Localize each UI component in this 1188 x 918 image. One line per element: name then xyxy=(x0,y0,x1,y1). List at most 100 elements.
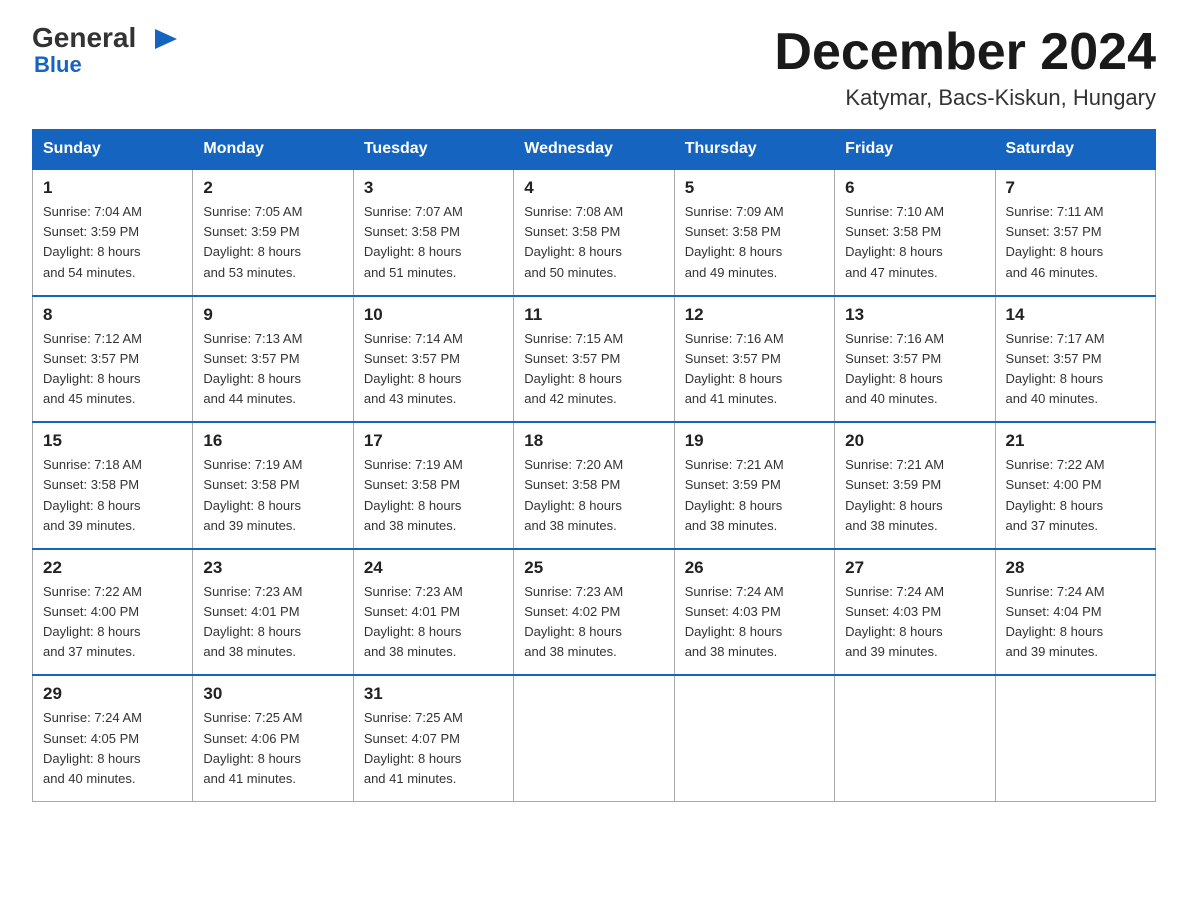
day-number: 26 xyxy=(685,558,824,578)
day-number: 8 xyxy=(43,305,182,325)
week-row-1: 1 Sunrise: 7:04 AM Sunset: 3:59 PM Dayli… xyxy=(33,169,1156,296)
week-row-5: 29 Sunrise: 7:24 AM Sunset: 4:05 PM Dayl… xyxy=(33,675,1156,801)
day-info: Sunrise: 7:25 AM Sunset: 4:07 PM Dayligh… xyxy=(364,708,503,789)
day-cell: 25 Sunrise: 7:23 AM Sunset: 4:02 PM Dayl… xyxy=(514,549,674,676)
day-cell: 19 Sunrise: 7:21 AM Sunset: 3:59 PM Dayl… xyxy=(674,422,834,549)
logo-text: General xyxy=(32,24,177,52)
day-number: 31 xyxy=(364,684,503,704)
day-info: Sunrise: 7:24 AM Sunset: 4:03 PM Dayligh… xyxy=(685,582,824,663)
day-number: 18 xyxy=(524,431,663,451)
day-cell: 24 Sunrise: 7:23 AM Sunset: 4:01 PM Dayl… xyxy=(353,549,513,676)
day-info: Sunrise: 7:21 AM Sunset: 3:59 PM Dayligh… xyxy=(845,455,984,536)
day-cell: 20 Sunrise: 7:21 AM Sunset: 3:59 PM Dayl… xyxy=(835,422,995,549)
day-number: 22 xyxy=(43,558,182,578)
month-title: December 2024 xyxy=(774,24,1156,81)
day-info: Sunrise: 7:16 AM Sunset: 3:57 PM Dayligh… xyxy=(685,329,824,410)
header-friday: Friday xyxy=(835,130,995,170)
day-number: 9 xyxy=(203,305,342,325)
day-number: 10 xyxy=(364,305,503,325)
day-info: Sunrise: 7:10 AM Sunset: 3:58 PM Dayligh… xyxy=(845,202,984,283)
day-number: 1 xyxy=(43,178,182,198)
page-header: General Blue December 2024 Katymar, Bacs… xyxy=(32,24,1156,111)
week-row-4: 22 Sunrise: 7:22 AM Sunset: 4:00 PM Dayl… xyxy=(33,549,1156,676)
day-cell: 1 Sunrise: 7:04 AM Sunset: 3:59 PM Dayli… xyxy=(33,169,193,296)
day-number: 30 xyxy=(203,684,342,704)
day-info: Sunrise: 7:21 AM Sunset: 3:59 PM Dayligh… xyxy=(685,455,824,536)
day-info: Sunrise: 7:07 AM Sunset: 3:58 PM Dayligh… xyxy=(364,202,503,283)
day-number: 25 xyxy=(524,558,663,578)
day-number: 19 xyxy=(685,431,824,451)
day-number: 6 xyxy=(845,178,984,198)
day-info: Sunrise: 7:04 AM Sunset: 3:59 PM Dayligh… xyxy=(43,202,182,283)
day-info: Sunrise: 7:16 AM Sunset: 3:57 PM Dayligh… xyxy=(845,329,984,410)
day-cell: 4 Sunrise: 7:08 AM Sunset: 3:58 PM Dayli… xyxy=(514,169,674,296)
day-cell xyxy=(995,675,1155,801)
day-cell: 30 Sunrise: 7:25 AM Sunset: 4:06 PM Dayl… xyxy=(193,675,353,801)
day-cell: 28 Sunrise: 7:24 AM Sunset: 4:04 PM Dayl… xyxy=(995,549,1155,676)
header-wednesday: Wednesday xyxy=(514,130,674,170)
day-cell: 11 Sunrise: 7:15 AM Sunset: 3:57 PM Dayl… xyxy=(514,296,674,423)
day-info: Sunrise: 7:23 AM Sunset: 4:02 PM Dayligh… xyxy=(524,582,663,663)
day-cell: 16 Sunrise: 7:19 AM Sunset: 3:58 PM Dayl… xyxy=(193,422,353,549)
header-sunday: Sunday xyxy=(33,130,193,170)
day-cell: 26 Sunrise: 7:24 AM Sunset: 4:03 PM Dayl… xyxy=(674,549,834,676)
day-cell: 5 Sunrise: 7:09 AM Sunset: 3:58 PM Dayli… xyxy=(674,169,834,296)
day-number: 27 xyxy=(845,558,984,578)
day-number: 15 xyxy=(43,431,182,451)
day-cell xyxy=(835,675,995,801)
header-tuesday: Tuesday xyxy=(353,130,513,170)
day-info: Sunrise: 7:15 AM Sunset: 3:57 PM Dayligh… xyxy=(524,329,663,410)
day-cell: 6 Sunrise: 7:10 AM Sunset: 3:58 PM Dayli… xyxy=(835,169,995,296)
day-info: Sunrise: 7:23 AM Sunset: 4:01 PM Dayligh… xyxy=(364,582,503,663)
calendar-table: Sunday Monday Tuesday Wednesday Thursday… xyxy=(32,129,1156,802)
day-info: Sunrise: 7:24 AM Sunset: 4:05 PM Dayligh… xyxy=(43,708,182,789)
day-cell: 9 Sunrise: 7:13 AM Sunset: 3:57 PM Dayli… xyxy=(193,296,353,423)
day-number: 11 xyxy=(524,305,663,325)
day-info: Sunrise: 7:25 AM Sunset: 4:06 PM Dayligh… xyxy=(203,708,342,789)
day-number: 12 xyxy=(685,305,824,325)
location-title: Katymar, Bacs-Kiskun, Hungary xyxy=(774,85,1156,111)
day-cell: 27 Sunrise: 7:24 AM Sunset: 4:03 PM Dayl… xyxy=(835,549,995,676)
day-info: Sunrise: 7:24 AM Sunset: 4:04 PM Dayligh… xyxy=(1006,582,1145,663)
day-number: 29 xyxy=(43,684,182,704)
day-number: 23 xyxy=(203,558,342,578)
day-info: Sunrise: 7:13 AM Sunset: 3:57 PM Dayligh… xyxy=(203,329,342,410)
day-number: 24 xyxy=(364,558,503,578)
day-number: 16 xyxy=(203,431,342,451)
week-row-2: 8 Sunrise: 7:12 AM Sunset: 3:57 PM Dayli… xyxy=(33,296,1156,423)
day-number: 17 xyxy=(364,431,503,451)
header-monday: Monday xyxy=(193,130,353,170)
day-cell: 13 Sunrise: 7:16 AM Sunset: 3:57 PM Dayl… xyxy=(835,296,995,423)
header-saturday: Saturday xyxy=(995,130,1155,170)
day-info: Sunrise: 7:05 AM Sunset: 3:59 PM Dayligh… xyxy=(203,202,342,283)
day-number: 5 xyxy=(685,178,824,198)
weekday-header-row: Sunday Monday Tuesday Wednesday Thursday… xyxy=(33,130,1156,170)
day-info: Sunrise: 7:11 AM Sunset: 3:57 PM Dayligh… xyxy=(1006,202,1145,283)
day-info: Sunrise: 7:19 AM Sunset: 3:58 PM Dayligh… xyxy=(364,455,503,536)
day-info: Sunrise: 7:14 AM Sunset: 3:57 PM Dayligh… xyxy=(364,329,503,410)
day-number: 4 xyxy=(524,178,663,198)
day-number: 20 xyxy=(845,431,984,451)
day-number: 2 xyxy=(203,178,342,198)
day-info: Sunrise: 7:08 AM Sunset: 3:58 PM Dayligh… xyxy=(524,202,663,283)
day-info: Sunrise: 7:24 AM Sunset: 4:03 PM Dayligh… xyxy=(845,582,984,663)
day-cell: 21 Sunrise: 7:22 AM Sunset: 4:00 PM Dayl… xyxy=(995,422,1155,549)
day-number: 7 xyxy=(1006,178,1145,198)
day-number: 21 xyxy=(1006,431,1145,451)
header-thursday: Thursday xyxy=(674,130,834,170)
day-number: 3 xyxy=(364,178,503,198)
day-info: Sunrise: 7:22 AM Sunset: 4:00 PM Dayligh… xyxy=(1006,455,1145,536)
day-info: Sunrise: 7:17 AM Sunset: 3:57 PM Dayligh… xyxy=(1006,329,1145,410)
day-info: Sunrise: 7:09 AM Sunset: 3:58 PM Dayligh… xyxy=(685,202,824,283)
day-info: Sunrise: 7:19 AM Sunset: 3:58 PM Dayligh… xyxy=(203,455,342,536)
day-cell: 29 Sunrise: 7:24 AM Sunset: 4:05 PM Dayl… xyxy=(33,675,193,801)
day-cell: 2 Sunrise: 7:05 AM Sunset: 3:59 PM Dayli… xyxy=(193,169,353,296)
day-cell: 8 Sunrise: 7:12 AM Sunset: 3:57 PM Dayli… xyxy=(33,296,193,423)
day-cell: 3 Sunrise: 7:07 AM Sunset: 3:58 PM Dayli… xyxy=(353,169,513,296)
logo-blue-label: Blue xyxy=(32,52,82,78)
day-number: 14 xyxy=(1006,305,1145,325)
day-cell xyxy=(514,675,674,801)
day-cell xyxy=(674,675,834,801)
day-info: Sunrise: 7:23 AM Sunset: 4:01 PM Dayligh… xyxy=(203,582,342,663)
day-info: Sunrise: 7:12 AM Sunset: 3:57 PM Dayligh… xyxy=(43,329,182,410)
